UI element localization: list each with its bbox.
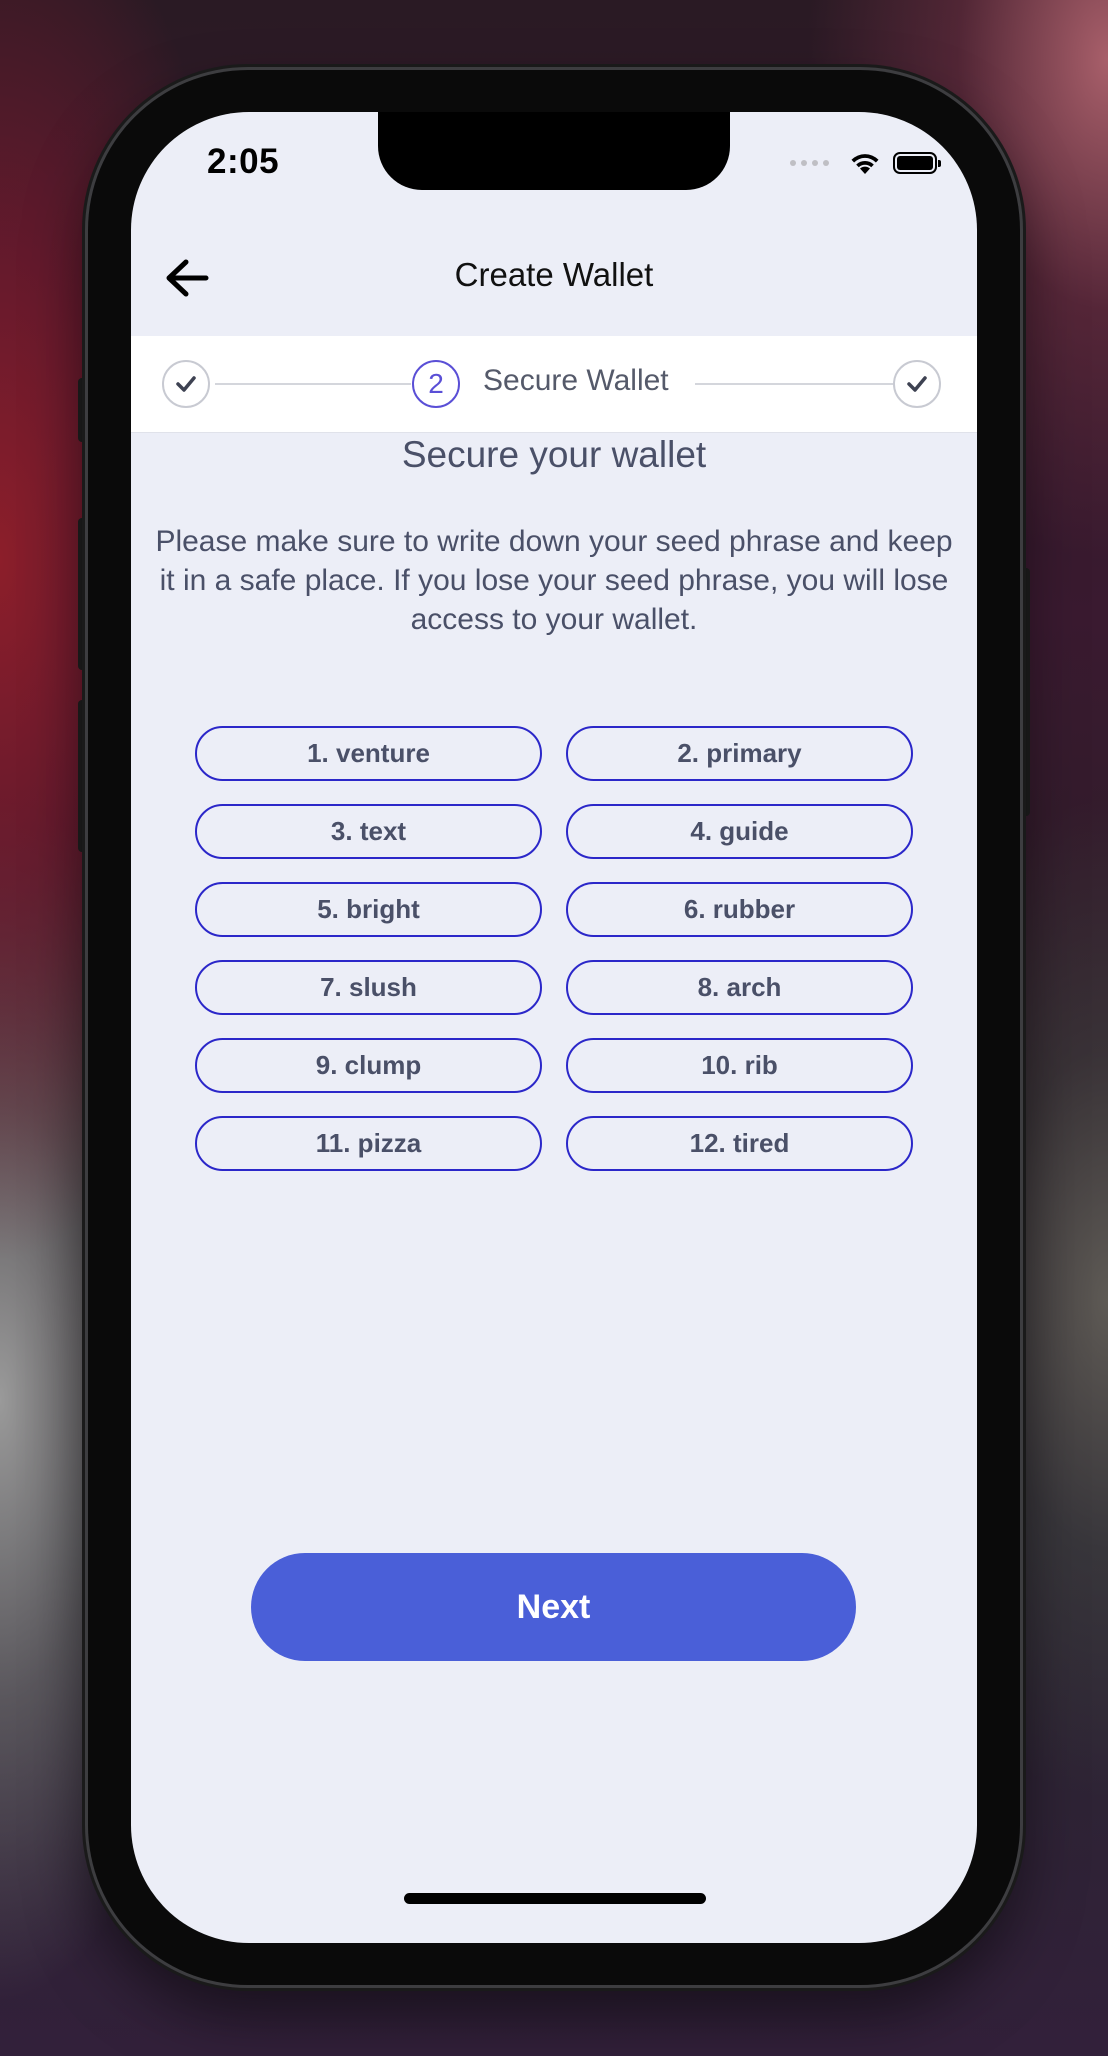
status-time: 2:05 <box>207 142 280 181</box>
notch <box>378 112 730 190</box>
progress-stepper: 2 Secure Wallet <box>131 336 977 433</box>
app-screen: 2:05 Create Wallet 2 Secure Wallet Secur… <box>131 112 977 1943</box>
cellular-signal-icon <box>790 160 829 166</box>
volume-up-button <box>78 518 86 670</box>
seed-word: 3. text <box>195 804 542 859</box>
step-1-completed <box>162 360 210 408</box>
home-indicator[interactable] <box>404 1893 706 1904</box>
seed-word: 11. pizza <box>195 1116 542 1171</box>
seed-word: 8. arch <box>566 960 913 1015</box>
section-heading: Secure your wallet <box>401 434 707 475</box>
step-connector <box>695 383 895 385</box>
step-3-completed <box>893 360 941 408</box>
seed-word: 12. tired <box>566 1116 913 1171</box>
step-label: Secure Wallet <box>483 364 669 397</box>
check-icon <box>176 376 196 392</box>
volume-down-button <box>78 700 86 852</box>
seed-word: 7. slush <box>195 960 542 1015</box>
instructions-text: Please make sure to write down your seed… <box>155 525 953 636</box>
power-button <box>1022 568 1030 816</box>
step-2-active: 2 <box>412 360 460 408</box>
seed-word: 6. rubber <box>566 882 913 937</box>
step-connector <box>215 383 411 385</box>
page-title: Create Wallet <box>454 256 654 293</box>
next-button[interactable]: Next <box>251 1553 856 1661</box>
mute-switch <box>78 378 86 442</box>
seed-word: 10. rib <box>566 1038 913 1093</box>
check-icon <box>907 376 927 392</box>
battery-icon <box>893 152 941 174</box>
seed-word: 1. venture <box>195 726 542 781</box>
status-icons <box>790 150 941 176</box>
step-number: 2 <box>428 368 444 399</box>
wifi-icon <box>851 154 879 174</box>
seed-word: 5. bright <box>195 882 542 937</box>
seed-word: 4. guide <box>566 804 913 859</box>
seed-word: 9. clump <box>195 1038 542 1093</box>
seed-phrase-grid: 1. venture 2. primary 3. text 4. guide 5… <box>195 726 913 1171</box>
seed-word: 2. primary <box>566 726 913 781</box>
